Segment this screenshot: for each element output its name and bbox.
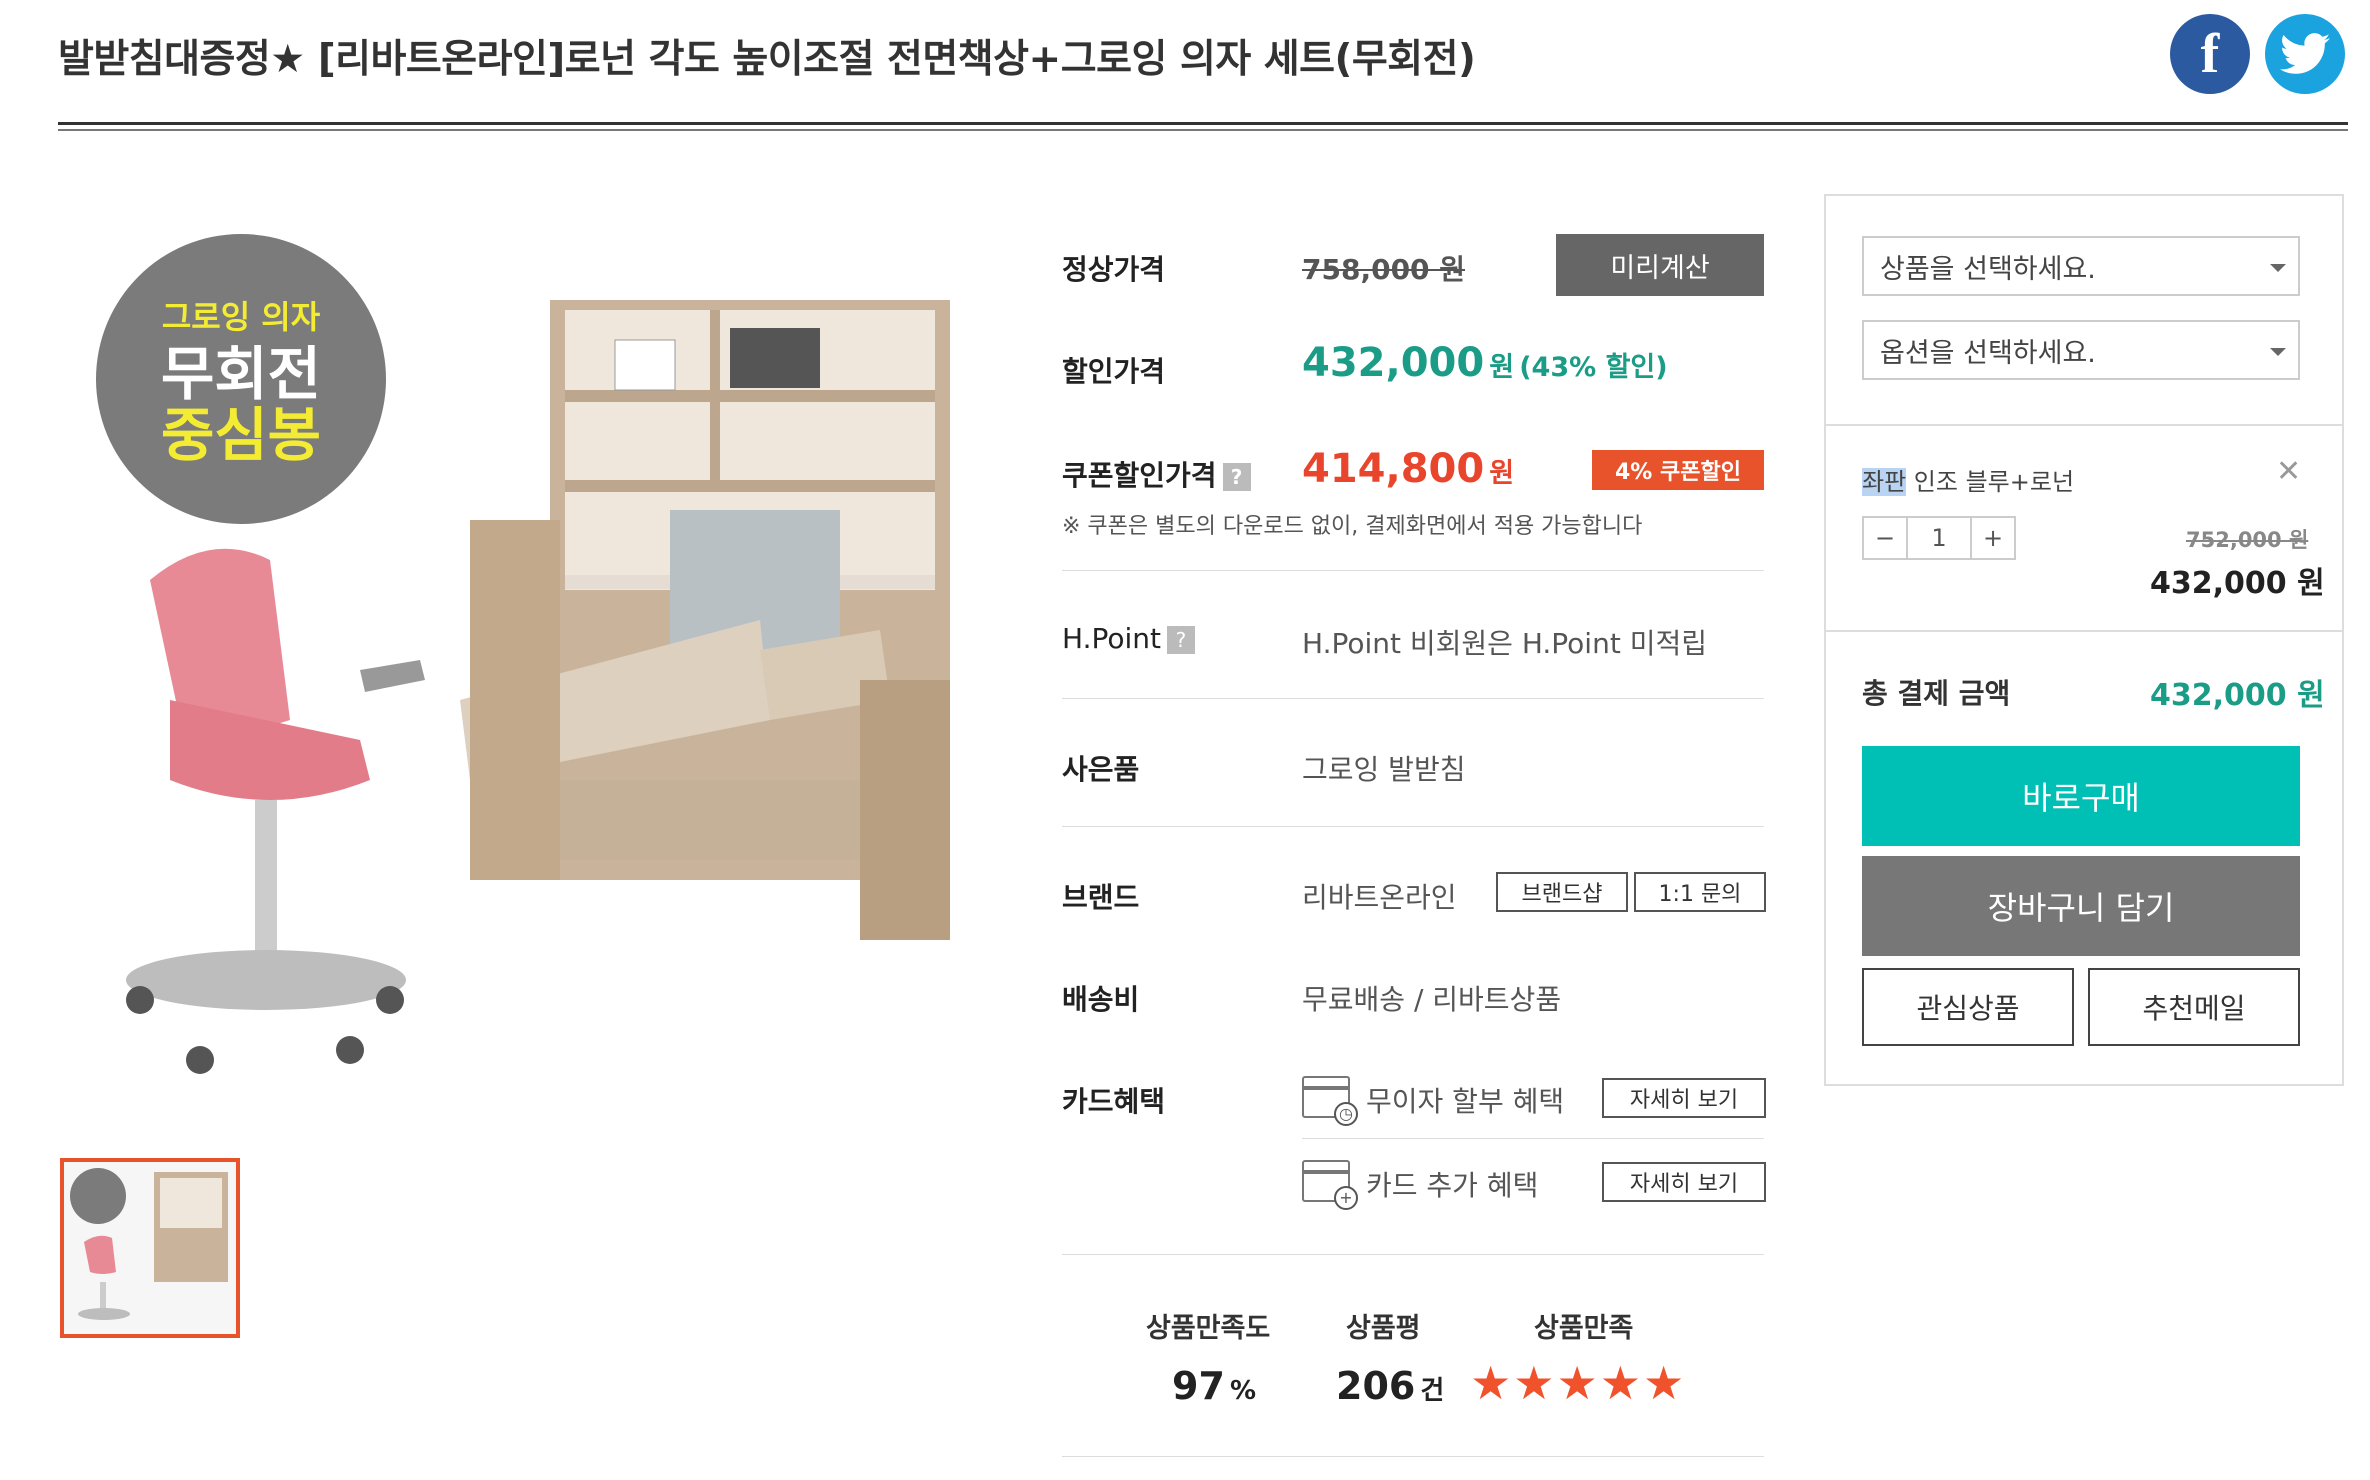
- header-divider: [58, 122, 2348, 125]
- item-old-price: 752,000 원: [2186, 528, 2309, 552]
- hpoint-label-wrap: H.Point?: [1062, 622, 1195, 655]
- product-select-placeholder: 상품을 선택하세요.: [1880, 253, 2096, 285]
- review-count: 206 건: [1336, 1364, 1444, 1408]
- badge-line-3: 중심봉: [160, 401, 322, 469]
- card-benefit-extra: 카드 추가 혜택: [1366, 1169, 1539, 1202]
- coupon-price-unit: 원: [1489, 458, 1515, 489]
- hpoint-value: H.Point 비회원은 H.Point 미적립: [1302, 627, 1707, 660]
- shipping-value: 무료배송 / 리바트상품: [1302, 983, 1562, 1016]
- option-select[interactable]: 옵션을 선택하세요.: [1862, 320, 2300, 380]
- close-icon[interactable]: ✕: [2276, 454, 2301, 489]
- card-label: 카드혜택: [1062, 1085, 1166, 1118]
- card-extra-icon: +: [1302, 1160, 1358, 1210]
- review-value: 206: [1336, 1364, 1416, 1408]
- coupon-tag: 4% 쿠폰할인: [1592, 450, 1764, 490]
- badge-line-2: 무회전: [160, 340, 322, 409]
- divider: [1062, 570, 1764, 571]
- facebook-share-icon[interactable]: f: [2170, 14, 2250, 94]
- hpoint-label: H.Point: [1062, 622, 1161, 655]
- inquiry-button[interactable]: 1:1 문의: [1634, 872, 1766, 912]
- product-badge: 그로잉 의자 무회전 중심봉: [96, 234, 386, 524]
- qty-plus-button[interactable]: +: [1970, 516, 2016, 560]
- coupon-price-label: 쿠폰할인가격: [1062, 459, 1217, 492]
- selected-item-rest: 인조 블루+로넌: [1906, 468, 2075, 496]
- brand-label: 브랜드: [1062, 881, 1140, 914]
- product-select[interactable]: 상품을 선택하세요.: [1862, 236, 2300, 296]
- satisfaction-label: 상품만족도: [1146, 1313, 1271, 1344]
- header-divider-thin: [58, 129, 2348, 131]
- qty-input[interactable]: 1: [1906, 516, 1972, 560]
- shipping-label: 배송비: [1062, 983, 1140, 1016]
- brand-value: 리바트온라인: [1302, 881, 1457, 914]
- coupon-price-value: 414,800: [1302, 446, 1485, 492]
- selected-item-highlight: 좌판: [1862, 468, 1907, 496]
- regular-price-label: 정상가격: [1062, 253, 1166, 286]
- badge-line-1: 그로잉 의자: [161, 298, 321, 337]
- discount-price-label: 할인가격: [1062, 355, 1166, 388]
- satisfaction: 97 %: [1172, 1364, 1256, 1408]
- panel-divider: [1824, 630, 2344, 632]
- option-select-placeholder: 옵션을 선택하세요.: [1880, 337, 2096, 369]
- discount-price: 432,000 원 (43% 할인): [1302, 340, 1668, 386]
- add-to-cart-button[interactable]: 장바구니 담기: [1862, 856, 2300, 956]
- divider: [1302, 1138, 1764, 1139]
- discount-price-value: 432,000: [1302, 340, 1485, 386]
- panel-divider: [1824, 424, 2344, 426]
- help-icon[interactable]: ?: [1166, 626, 1195, 654]
- discount-rate: (43% 할인): [1519, 352, 1668, 383]
- twitter-share-icon[interactable]: [2265, 14, 2345, 94]
- help-icon[interactable]: ?: [1222, 463, 1251, 491]
- regular-price-value: 758,000 원: [1302, 253, 1466, 286]
- gift-value: 그로잉 발받침: [1302, 753, 1466, 786]
- divider: [1062, 1456, 1764, 1457]
- divider: [1062, 826, 1764, 827]
- review-label: 상품평: [1346, 1313, 1421, 1344]
- coupon-note: ※ 쿠폰은 별도의 다운로드 없이, 결제화면에서 적용 가능합니다: [1062, 514, 1643, 539]
- star-rating: ★★★★★: [1470, 1356, 1687, 1410]
- review-unit: 건: [1420, 1376, 1445, 1406]
- total-label: 총 결제 금액: [1862, 677, 2011, 710]
- precalc-button[interactable]: 미리계산: [1556, 234, 1764, 296]
- chevron-down-icon: [2270, 264, 2286, 272]
- wishlist-button[interactable]: 관심상품: [1862, 968, 2074, 1046]
- divider: [1062, 1254, 1764, 1255]
- product-title: 발받침대증정★ [리바트온라인]로넌 각도 높이조절 전면책상+그로잉 의자 세…: [58, 37, 1476, 82]
- selected-item-name: 좌판 인조 블루+로넌: [1862, 462, 2074, 497]
- brand-shop-button[interactable]: 브랜드샵: [1496, 872, 1628, 912]
- stars-label: 상품만족: [1534, 1313, 1634, 1344]
- satisfaction-value: 97: [1172, 1364, 1225, 1408]
- item-price: 432,000 원: [2150, 566, 2325, 601]
- extra-detail-button[interactable]: 자세히 보기: [1602, 1162, 1766, 1202]
- satisfaction-unit: %: [1229, 1376, 1257, 1406]
- chevron-down-icon: [2270, 348, 2286, 356]
- total-value: 432,000 원: [2150, 678, 2325, 713]
- plus-icon: +: [1334, 1186, 1358, 1210]
- qty-minus-button[interactable]: −: [1862, 516, 1908, 560]
- product-thumbnail[interactable]: [60, 1158, 240, 1338]
- discount-price-unit: 원: [1489, 352, 1515, 383]
- clock-icon: ◷: [1334, 1102, 1358, 1126]
- coupon-price-label-wrap: 쿠폰할인가격?: [1062, 454, 1251, 494]
- card-benefit-installment: 무이자 할부 혜택: [1366, 1085, 1565, 1118]
- card-installment-icon: ◷: [1302, 1076, 1358, 1126]
- gift-label: 사은품: [1062, 753, 1140, 786]
- buy-now-button[interactable]: 바로구매: [1862, 746, 2300, 846]
- recommend-mail-button[interactable]: 추천메일: [2088, 968, 2300, 1046]
- divider: [1062, 698, 1764, 699]
- coupon-price: 414,800 원: [1302, 446, 1514, 492]
- installment-detail-button[interactable]: 자세히 보기: [1602, 1078, 1766, 1118]
